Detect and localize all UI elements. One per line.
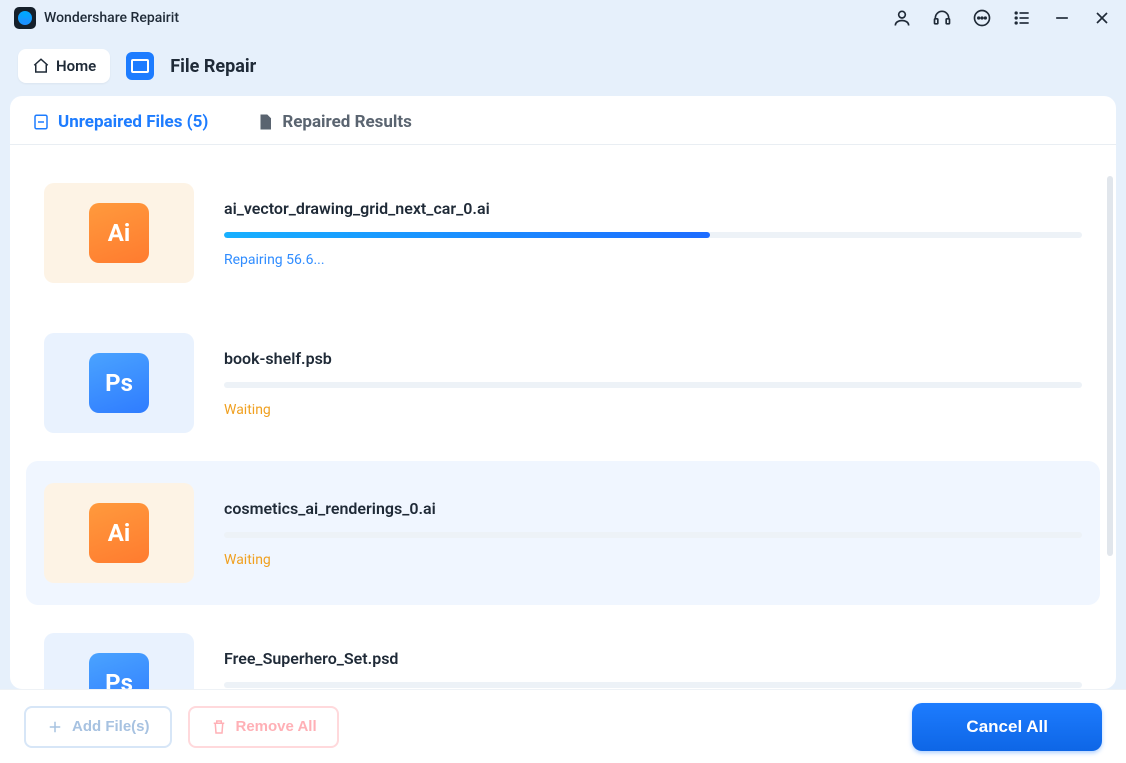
home-icon — [32, 57, 50, 75]
file-body: Free_Superhero_Set.psdWaiting — [224, 649, 1082, 690]
trash-icon — [210, 718, 228, 736]
titlebar-right — [892, 8, 1112, 28]
ps-file-icon: Ps — [89, 653, 149, 689]
tabs: Unrepaired Files (5) Repaired Results — [10, 96, 1116, 145]
plus-icon — [46, 718, 64, 736]
titlebar-left: Wondershare Repairit — [14, 7, 179, 29]
menu-list-icon[interactable] — [1012, 8, 1032, 28]
close-icon[interactable] — [1092, 8, 1112, 28]
progress-bar — [224, 682, 1082, 688]
chat-icon[interactable] — [972, 8, 992, 28]
tab-repaired-label: Repaired Results — [282, 112, 412, 132]
cancel-all-label: Cancel All — [966, 717, 1048, 736]
minimize-icon[interactable] — [1052, 8, 1072, 28]
module-title: File Repair — [170, 56, 256, 77]
home-button[interactable]: Home — [18, 49, 110, 83]
file-name: ai_vector_drawing_grid_next_car_0.ai — [224, 199, 1082, 218]
titlebar: Wondershare Repairit — [0, 0, 1126, 36]
app-title: Wondershare Repairit — [44, 10, 179, 26]
ai-file-icon: Ai — [89, 203, 149, 263]
file-name: cosmetics_ai_renderings_0.ai — [224, 499, 1082, 518]
ps-file-icon: Ps — [89, 353, 149, 413]
footer: Add File(s) Remove All Cancel All — [0, 689, 1126, 763]
file-row[interactable]: Ps book-shelf.psb Waiting — [26, 311, 1100, 455]
file-row[interactable]: Ai ai_vector_drawing_grid_next_car_0.ai Re… — [26, 161, 1100, 305]
progress-bar — [224, 382, 1082, 388]
tab-unrepaired-label: Unrepaired Files (5) — [58, 112, 208, 132]
document-icon — [32, 113, 50, 131]
remove-all-label: Remove All — [236, 718, 317, 735]
document-icon — [256, 113, 274, 131]
ai-file-icon: Ai — [89, 503, 149, 563]
add-files-button[interactable]: Add File(s) — [24, 706, 172, 748]
file-status: Repairing 56.6... — [224, 252, 1082, 268]
tab-repaired[interactable]: Repaired Results — [256, 112, 412, 132]
file-list[interactable]: Ai ai_vector_drawing_grid_next_car_0.ai Re… — [10, 145, 1116, 689]
main-panel: Unrepaired Files (5) Repaired Results Ai… — [10, 96, 1116, 689]
tab-unrepaired[interactable]: Unrepaired Files (5) — [32, 112, 208, 132]
toolbar: Home File Repair — [0, 36, 1126, 96]
file-thumb: Ps — [44, 633, 194, 689]
file-status: Waiting — [224, 402, 1082, 418]
file-repair-icon — [126, 52, 154, 80]
headset-icon[interactable] — [932, 8, 952, 28]
user-icon[interactable] — [892, 8, 912, 28]
file-thumb: Ai — [44, 483, 194, 583]
file-name: book-shelf.psb — [224, 349, 1082, 368]
file-body: ai_vector_drawing_grid_next_car_0.ai Repa… — [224, 199, 1082, 268]
footer-left: Add File(s) Remove All — [24, 706, 339, 748]
file-body: book-shelf.psb Waiting — [224, 349, 1082, 418]
scrollbar[interactable] — [1107, 176, 1113, 556]
file-name: Free_Superhero_Set.psd — [224, 649, 1082, 668]
cancel-all-button[interactable]: Cancel All — [912, 703, 1102, 751]
progress-bar — [224, 232, 1082, 238]
app-logo-icon — [14, 7, 36, 29]
file-row[interactable]: Ai cosmetics_ai_renderings_0.ai Waiting — [26, 461, 1100, 605]
progress-bar — [224, 532, 1082, 538]
add-files-label: Add File(s) — [72, 718, 150, 735]
file-body: cosmetics_ai_renderings_0.ai Waiting — [224, 499, 1082, 568]
file-status: Waiting — [224, 552, 1082, 568]
remove-all-button[interactable]: Remove All — [188, 706, 339, 748]
home-button-label: Home — [56, 57, 96, 75]
progress-fill — [224, 232, 710, 238]
file-thumb: Ai — [44, 183, 194, 283]
file-thumb: Ps — [44, 333, 194, 433]
file-row[interactable]: Ps Free_Superhero_Set.psdWaiting — [26, 611, 1100, 689]
